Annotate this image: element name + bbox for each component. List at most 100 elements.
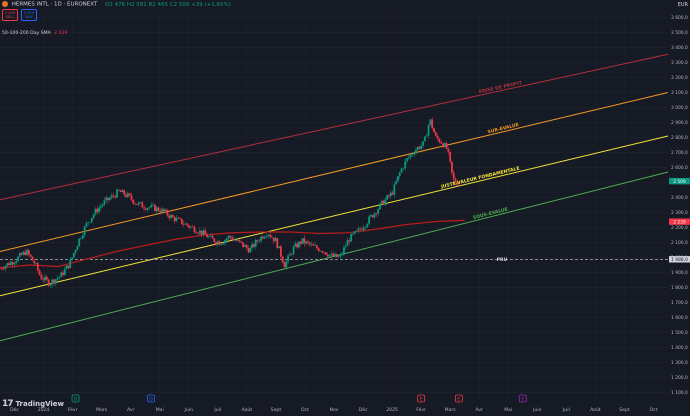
candle-body (188, 225, 190, 228)
candle-body (443, 143, 446, 148)
buy-button[interactable]: 2 509 BUY (21, 9, 37, 21)
indicator-legend[interactable]: 50-100-200 Day SMA 2 239 (2, 31, 67, 36)
candle-body (209, 235, 212, 237)
candle-body (380, 200, 383, 204)
candle-body (200, 230, 203, 235)
candle-body (94, 208, 97, 215)
candle-body (272, 237, 275, 242)
candle-body (438, 138, 441, 143)
candle-body (431, 119, 434, 129)
candle-body (269, 234, 272, 237)
channel-label: SUR-EVALUE (487, 122, 520, 135)
candle-body (328, 254, 331, 257)
candle-body (361, 229, 363, 230)
candle-body (0, 268, 1, 269)
candle-body (350, 233, 353, 242)
sell-button[interactable]: 2 509 SELL (2, 9, 18, 21)
y-tick-label: 2 600,0 (671, 165, 688, 171)
candle-body (364, 226, 367, 228)
candle-body (117, 189, 120, 191)
y-tick-label: 3 000,0 (671, 105, 688, 111)
candle-body (427, 124, 430, 136)
candle-body (353, 231, 356, 234)
candle-body (429, 119, 432, 125)
candle-body (258, 241, 261, 242)
y-tick-label: 1 900,0 (671, 270, 688, 276)
event-markers[interactable]: DDEEE (71, 394, 527, 403)
y-tick-label: 1 800,0 (671, 285, 688, 291)
candle-body (71, 257, 73, 260)
x-tick-label: Juin (184, 407, 194, 413)
price-chart[interactable]: PRISE DE PROFITSUR-EVALUEJUSTE-VALEUR FO… (0, 0, 690, 416)
currency-label[interactable]: EUR (678, 2, 688, 8)
candle-body (267, 234, 270, 236)
price-tag-label: 2 509 (673, 179, 686, 185)
candle-body (207, 236, 210, 238)
y-tick-label: 2 300,0 (671, 210, 688, 216)
candle-body (298, 241, 300, 248)
candle-body (452, 172, 455, 179)
y-tick-label: 3 400,0 (671, 45, 688, 51)
y-tick-label: 2 800,0 (671, 135, 688, 141)
candle-body (27, 250, 30, 255)
candle-body (445, 143, 448, 149)
candle-body (343, 247, 345, 254)
y-tick-label: 3 300,0 (671, 60, 688, 66)
candle-body (393, 184, 396, 195)
candle-body (166, 209, 169, 216)
price-tags: 2 509 2 239 1 988,0 (669, 177, 690, 263)
candle-body (290, 253, 293, 255)
candle-body (13, 263, 16, 265)
event-marker-glyph: E (457, 397, 460, 403)
candle-body (357, 228, 360, 231)
y-axis[interactable]: 1 100,0 1 200,0 1 300,0 1 400,0 1 500,0 1 600… (671, 15, 688, 396)
tradingview-name: TradingView (15, 400, 65, 408)
candle-body (80, 238, 82, 239)
candle-body (280, 246, 282, 257)
candle-body (424, 136, 426, 142)
candle-body (375, 213, 378, 214)
candle-body (38, 270, 41, 275)
candle-body (325, 252, 327, 255)
candle-body (159, 211, 162, 213)
candle-body (449, 151, 452, 162)
candle-body (144, 208, 147, 210)
candle-body (128, 193, 131, 196)
symbol-title[interactable]: HERMES INTL · 1D · EURONEXT (12, 2, 98, 8)
candle-body (189, 226, 192, 228)
x-axis[interactable]: Déc 2024 Févr Mars Avr Mai Juin Juil Août Sept Oct… (10, 406, 658, 413)
candle-body (310, 244, 313, 245)
candle-body (89, 221, 91, 223)
candle-body (242, 242, 244, 247)
candle-body (197, 233, 199, 234)
candle-body (415, 149, 417, 154)
candle-body (143, 207, 145, 209)
candle-body (17, 256, 19, 262)
event-marker-glyph: E (420, 397, 423, 403)
x-tick-label: Mai (156, 407, 164, 413)
candle-body (400, 168, 403, 173)
candle-body (2, 268, 5, 270)
trade-buttons: 2 509 SELL 2 509 BUY (2, 9, 37, 21)
candle-body (179, 218, 181, 219)
candle-body (161, 208, 163, 213)
x-tick-label: Févr (416, 406, 426, 413)
candle-body (112, 195, 115, 197)
candle-body (263, 236, 266, 239)
y-tick-label: 1 500,0 (671, 330, 688, 336)
candle-body (195, 232, 198, 234)
candle-body (83, 226, 86, 236)
candle-body (157, 207, 160, 212)
y-tick-label: 3 100,0 (671, 90, 688, 96)
x-tick-label: Mars (445, 407, 457, 413)
candle-body (92, 214, 95, 218)
candle-body (420, 145, 423, 149)
candle-body (220, 244, 223, 245)
candle-body (65, 265, 68, 270)
candle-body (146, 207, 149, 210)
candle-body (265, 235, 268, 237)
candle-body (285, 261, 288, 268)
candle-body (224, 240, 226, 244)
candle-body (287, 255, 290, 262)
candle-body (407, 157, 410, 159)
